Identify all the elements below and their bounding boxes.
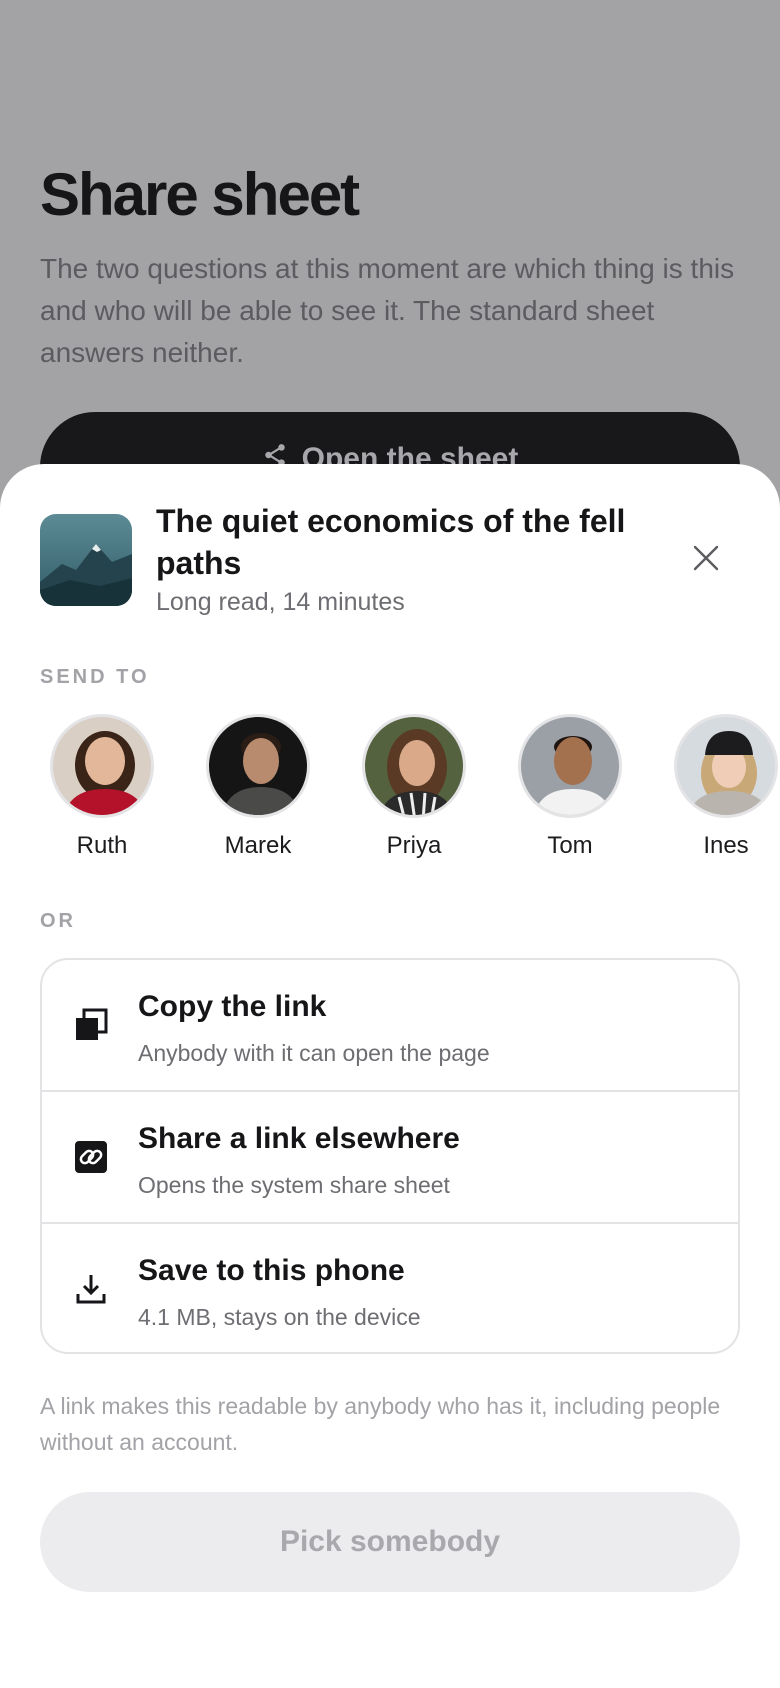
close-button[interactable] <box>686 538 726 578</box>
item-thumbnail <box>40 514 132 606</box>
contact-ines[interactable]: Ines <box>672 714 780 860</box>
pick-somebody-button[interactable]: Pick somebody <box>40 1492 740 1592</box>
contact-name: Ines <box>703 832 749 859</box>
avatar <box>50 714 154 818</box>
download-icon <box>74 1272 108 1306</box>
item-subtitle: Long read, 14 minutes <box>156 588 405 616</box>
option-title: Save to this phone <box>138 1254 405 1287</box>
share-options: Copy the link Anybody with it can open t… <box>40 958 740 1354</box>
link-icon <box>74 1140 108 1174</box>
item-title: The quiet economics of the fell paths <box>156 503 626 581</box>
contact-ruth[interactable]: Ruth <box>48 714 156 860</box>
avatar <box>362 714 466 818</box>
contact-name: Tom <box>547 832 593 859</box>
page-description: The two questions at this moment are whi… <box>40 253 735 368</box>
contact-name: Ruth <box>76 832 128 859</box>
or-label: OR <box>40 910 76 932</box>
copy-icon <box>74 1008 108 1042</box>
send-to-label: SEND TO <box>40 666 150 688</box>
contact-tom[interactable]: Tom <box>516 714 624 860</box>
avatar <box>206 714 310 818</box>
option-title: Copy the link <box>138 990 327 1023</box>
visibility-note: A link makes this readable by anybody wh… <box>40 1393 721 1455</box>
save-to-phone-option[interactable]: Save to this phone 4.1 MB, stays on the … <box>42 1224 738 1352</box>
option-subtitle: Opens the system share sheet <box>138 1172 450 1198</box>
contacts-row: Ruth Marek Priya Tom Ines <box>0 714 780 864</box>
close-icon <box>693 545 719 571</box>
contact-name: Priya <box>386 832 442 859</box>
page-title: Share sheet <box>40 161 360 228</box>
contact-marek[interactable]: Marek <box>204 714 312 860</box>
share-link-option[interactable]: Share a link elsewhere Opens the system … <box>42 1092 738 1224</box>
contact-name: Marek <box>224 832 292 859</box>
share-sheet: The quiet economics of the fell paths Lo… <box>0 464 780 1688</box>
avatar <box>674 714 778 818</box>
option-title: Share a link elsewhere <box>138 1122 460 1155</box>
contact-priya[interactable]: Priya <box>360 714 468 860</box>
option-subtitle: 4.1 MB, stays on the device <box>138 1304 421 1330</box>
avatar <box>518 714 622 818</box>
copy-link-option[interactable]: Copy the link Anybody with it can open t… <box>42 960 738 1092</box>
option-subtitle: Anybody with it can open the page <box>138 1040 490 1066</box>
